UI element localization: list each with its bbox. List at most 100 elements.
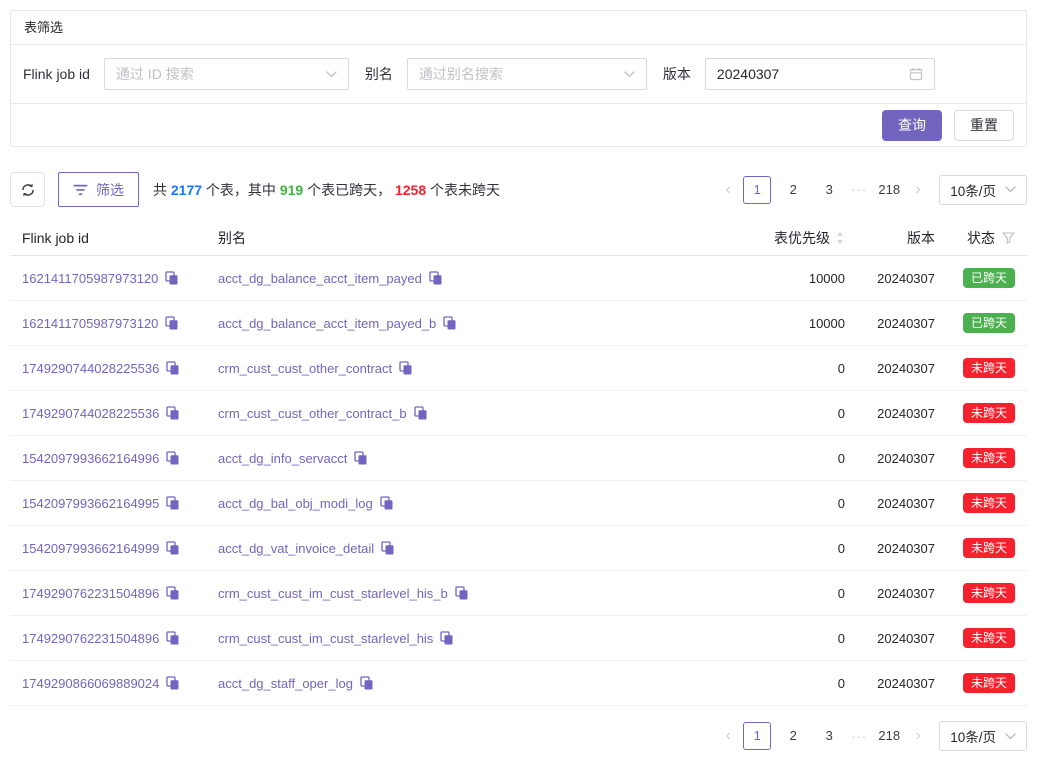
- copy-icon[interactable]: [455, 586, 468, 600]
- copy-icon[interactable]: [381, 541, 394, 555]
- alias-cell: acct_dg_balance_acct_item_payed_b: [218, 316, 699, 331]
- pagination-page-3[interactable]: 3: [815, 176, 843, 204]
- flink-job-id-link[interactable]: 1749290866069889024: [22, 676, 159, 691]
- pagination-page-2[interactable]: 2: [779, 176, 807, 204]
- alias-cell: acct_dg_info_servacct: [218, 451, 699, 466]
- column-header-priority-label: 表优先级: [774, 228, 830, 248]
- copy-icon[interactable]: [414, 406, 427, 420]
- pagination-page-1[interactable]: 1: [743, 176, 771, 204]
- copy-icon[interactable]: [166, 406, 179, 420]
- version-cell: 20240307: [845, 676, 935, 691]
- copy-icon[interactable]: [354, 451, 367, 465]
- pagination-page-2[interactable]: 2: [779, 722, 807, 750]
- page-size-select[interactable]: 10条/页: [939, 721, 1027, 751]
- copy-icon[interactable]: [165, 316, 178, 330]
- version-cell: 20240307: [845, 496, 935, 511]
- copy-icon[interactable]: [429, 271, 442, 285]
- status-badge: 未跨天: [963, 673, 1015, 693]
- status-badge: 未跨天: [963, 493, 1015, 513]
- status-cell: 未跨天: [935, 673, 1027, 693]
- alias-link[interactable]: acct_dg_bal_obj_modi_log: [218, 496, 373, 511]
- filter-button[interactable]: 筛选: [58, 172, 139, 207]
- column-header-priority[interactable]: 表优先级: [699, 228, 845, 248]
- filter-card: 表筛选 Flink job id 通过 ID 搜索 别名 通过别名搜索 版本 2…: [10, 10, 1027, 147]
- copy-icon[interactable]: [399, 361, 412, 375]
- page-size-select[interactable]: 10条/页: [939, 175, 1027, 205]
- alias-cell: acct_dg_bal_obj_modi_log: [218, 496, 699, 511]
- priority-cell: 0: [699, 406, 845, 421]
- flink-job-id-link[interactable]: 1621411705987973120: [22, 271, 158, 286]
- alias-link[interactable]: crm_cust_cust_other_contract_b: [218, 406, 407, 421]
- flink-job-id-link[interactable]: 1542097993662164996: [22, 451, 159, 466]
- status-cell: 未跨天: [935, 403, 1027, 423]
- filter-funnel-icon[interactable]: [1002, 232, 1015, 244]
- copy-icon[interactable]: [443, 316, 456, 330]
- status-badge: 未跨天: [963, 538, 1015, 558]
- flink-job-id-link[interactable]: 1749290744028225536: [22, 406, 159, 421]
- copy-icon[interactable]: [166, 676, 179, 690]
- refresh-button[interactable]: [10, 172, 45, 207]
- pagination-ellipsis[interactable]: ···: [847, 182, 871, 197]
- flink-job-id-link[interactable]: 1621411705987973120: [22, 316, 158, 331]
- copy-icon[interactable]: [166, 541, 179, 555]
- pagination-page-3[interactable]: 3: [815, 722, 843, 750]
- copy-icon[interactable]: [166, 586, 179, 600]
- status-cell: 未跨天: [935, 448, 1027, 468]
- copy-icon[interactable]: [166, 451, 179, 465]
- column-header-flink-job-id: Flink job id: [22, 230, 218, 246]
- flink-job-id-link[interactable]: 1542097993662164995: [22, 496, 159, 511]
- alias-link[interactable]: acct_dg_info_servacct: [218, 451, 347, 466]
- sorter-icon[interactable]: [835, 231, 845, 245]
- alias-link[interactable]: acct_dg_balance_acct_item_payed_b: [218, 316, 436, 331]
- alias-link[interactable]: acct_dg_staff_oper_log: [218, 676, 353, 691]
- alias-select[interactable]: 通过别名搜索: [407, 58, 647, 90]
- alias-cell: crm_cust_cust_other_contract_b: [218, 406, 699, 421]
- table-row: 1542097993662164995 acct_dg_bal_obj_modi…: [10, 481, 1027, 526]
- status-cell: 已跨天: [935, 268, 1027, 288]
- flink-job-id-link[interactable]: 1749290762231504896: [22, 586, 159, 601]
- alias-link[interactable]: crm_cust_cust_im_cust_starlevel_his: [218, 631, 433, 646]
- priority-cell: 0: [699, 496, 845, 511]
- copy-icon[interactable]: [166, 631, 179, 645]
- alias-cell: acct_dg_balance_acct_item_payed: [218, 271, 699, 286]
- pagination-next[interactable]: ›: [907, 181, 929, 199]
- alias-link[interactable]: crm_cust_cust_im_cust_starlevel_his_b: [218, 586, 448, 601]
- copy-icon[interactable]: [440, 631, 453, 645]
- column-header-version: 版本: [845, 228, 935, 248]
- alias-link[interactable]: acct_dg_vat_invoice_detail: [218, 541, 374, 556]
- copy-icon[interactable]: [166, 361, 179, 375]
- flink-job-id-link[interactable]: 1749290744028225536: [22, 361, 159, 376]
- copy-icon[interactable]: [360, 676, 373, 690]
- flink-job-id-link[interactable]: 1749290762231504896: [22, 631, 159, 646]
- status-cell: 未跨天: [935, 493, 1027, 513]
- status-cell: 未跨天: [935, 538, 1027, 558]
- pagination-prev[interactable]: ‹: [717, 727, 739, 745]
- version-date-input[interactable]: 20240307: [705, 58, 935, 90]
- query-button[interactable]: 查询: [882, 110, 942, 141]
- pagination-prev[interactable]: ‹: [717, 181, 739, 199]
- pagination-ellipsis[interactable]: ···: [847, 729, 871, 744]
- copy-icon[interactable]: [166, 496, 179, 510]
- job-id-select[interactable]: 通过 ID 搜索: [104, 58, 349, 90]
- priority-cell: 10000: [699, 271, 845, 286]
- table-body: 1621411705987973120 acct_dg_balance_acct…: [10, 256, 1027, 706]
- reset-button[interactable]: 重置: [954, 110, 1014, 141]
- copy-icon[interactable]: [380, 496, 393, 510]
- job-id-placeholder: 通过 ID 搜索: [116, 64, 194, 84]
- alias-link[interactable]: acct_dg_balance_acct_item_payed: [218, 271, 422, 286]
- priority-cell: 0: [699, 541, 845, 556]
- version-cell: 20240307: [845, 361, 935, 376]
- column-header-status: 状态: [935, 228, 1027, 248]
- pagination-page-1[interactable]: 1: [743, 722, 771, 750]
- pagination-page-218[interactable]: 218: [875, 722, 903, 750]
- flink-job-id-link[interactable]: 1542097993662164999: [22, 541, 159, 556]
- alias-label: 别名: [365, 64, 393, 84]
- copy-icon[interactable]: [165, 271, 178, 285]
- summary-text: 个表已跨天，: [303, 182, 395, 198]
- alias-link[interactable]: crm_cust_cust_other_contract: [218, 361, 392, 376]
- toolbar: 筛选 共 2177 个表，其中 919 个表已跨天， 1258 个表未跨天 ‹1…: [10, 172, 1027, 207]
- pagination-page-218[interactable]: 218: [875, 176, 903, 204]
- pagination-next[interactable]: ›: [907, 727, 929, 745]
- version-cell: 20240307: [845, 631, 935, 646]
- status-cell: 未跨天: [935, 628, 1027, 648]
